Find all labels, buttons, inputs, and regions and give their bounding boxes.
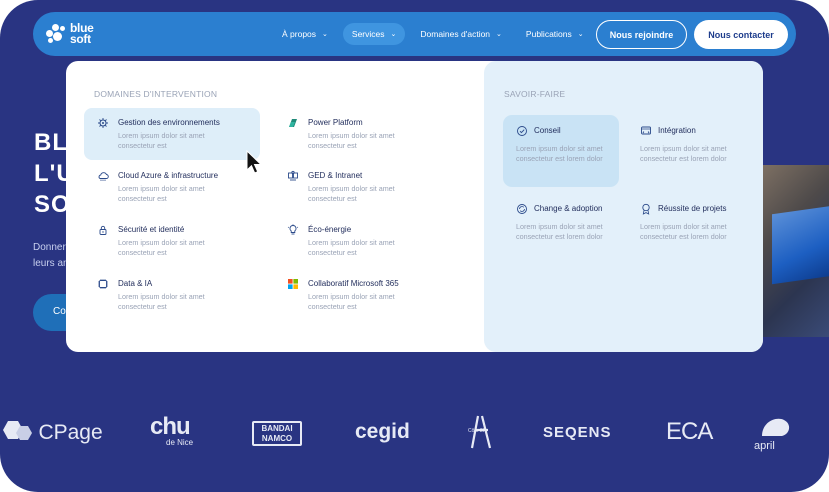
nav-item-domaines[interactable]: Domaines d'action ⌄ [411,23,511,45]
savoir-faire-conseil[interactable]: Conseil Lorem ipsum dolor sit amet conse… [503,115,619,187]
nav-item-publications[interactable]: Publications ⌄ [517,23,593,45]
power-platform-icon [289,119,297,127]
cpage-hex-icon [3,421,32,440]
bandai-text: BANDAI [261,424,293,433]
service-description: Lorem ipsum dolor sit amet consectetur e… [118,131,205,150]
main-nav: À propos ⌄ Services ⌄ Domaines d'action … [273,23,599,45]
service-title: Éco-énergie [308,225,352,234]
service-title: Sécurité et identité [118,225,185,234]
service-title: Cloud Azure & infrastructure [118,171,219,180]
service-title: Data & IA [118,279,153,288]
partner-logo-cegid: cegid [355,420,410,443]
partner-logos: CPage chu de Nice BANDAI NAMCO cegid Côt… [0,410,829,460]
service-description: Lorem ipsum dolor sit amet consectetur e… [308,292,395,311]
chu-text: chu [150,413,191,440]
mouse-cursor-icon [246,150,262,174]
service-collaboratif-m365[interactable]: Collaboratif Microsoft 365 Lorem ipsum d… [274,269,450,321]
service-description: Lorem ipsum dolor sit amet consectetur e… [118,238,205,257]
service-securite-identite[interactable]: Sécurité et identité Lorem ipsum dolor s… [84,215,260,267]
april-bird-icon [762,418,790,436]
savoir-faire-section-title: SAVOIR-FAIRE [504,89,566,99]
partner-logo-april: april [754,414,796,452]
service-gestion-environnements[interactable]: Gestion des environnements Lorem ipsum d… [84,108,260,160]
cpage-text: CPage [38,421,103,444]
namco-text: NAMCO [261,434,293,443]
savoir-faire-reussite-projets[interactable]: Réussite de projets Lorem ipsum dolor si… [627,193,743,265]
savoir-faire-title: Conseil [534,126,561,135]
hero-subtitle-line: Donner [33,242,66,253]
nav-item-label: Services [351,29,385,39]
cote-text: Côte 2K [468,428,487,434]
cloud-icon [98,172,109,181]
nav-item-services[interactable]: Services ⌄ [342,23,406,45]
service-power-platform[interactable]: Power Platform Lorem ipsum dolor sit ame… [274,108,450,160]
service-description: Lorem ipsum dolor sit amet consectetur e… [308,184,395,203]
nav-item-label: Domaines d'action [420,29,491,39]
savoir-faire-description: Lorem ipsum dolor sit amet consectetur e… [640,144,727,163]
savoir-faire-title: Change & adoption [534,204,603,213]
services-mega-menu: DOMAINES D'INTERVENTION Gestion des envi… [66,61,763,352]
service-description: Lorem ipsum dolor sit amet consectetur e… [118,184,205,203]
savoir-faire-change-adoption[interactable]: Change & adoption Lorem ipsum dolor sit … [503,193,619,265]
logo-text: blue soft [70,22,94,46]
data-chip-icon [98,279,108,289]
award-icon [642,203,650,215]
savoir-faire-title: Intégration [658,126,696,135]
hero-subtitle-line: leurs an [33,258,69,269]
advice-icon [517,126,527,136]
hero-subtitle: Donner leurs an [33,240,69,272]
domaines-section-title: DOMAINES D'INTERVENTION [94,89,218,99]
service-ged-intranet[interactable]: GED & Intranet Lorem ipsum dolor sit ame… [274,161,450,213]
documents-icon [288,170,298,181]
chevron-down-icon: ⌄ [577,31,584,38]
chevron-down-icon: ⌄ [390,31,397,38]
logo-mark-icon [45,23,67,45]
savoir-faire-integration[interactable]: Intégration Lorem ipsum dolor sit amet c… [627,115,743,187]
service-eco-energie[interactable]: Éco-énergie Lorem ipsum dolor sit amet c… [274,215,450,267]
bluesoft-logo[interactable]: blue soft [45,20,115,48]
nav-item-label: Publications [525,29,572,39]
april-text: april [754,440,775,452]
service-title: GED & Intranet [308,171,363,180]
partner-logo-cote: Côte 2K [466,414,496,455]
savoir-faire-description: Lorem ipsum dolor sit amet consectetur e… [516,222,603,241]
partner-logo-seqens: SEQENS [543,424,612,441]
service-title: Power Platform [308,118,363,127]
service-description: Lorem ipsum dolor sit amet consectetur e… [308,131,395,150]
laptop-screen-image [772,205,829,285]
nav-item-label: À propos [282,29,317,39]
partner-logo-bandai-namco: BANDAI NAMCO [252,421,302,446]
contact-button[interactable]: Nous contacter [694,20,788,49]
nav-item-a-propos[interactable]: À propos ⌄ [273,23,337,45]
lock-icon [99,225,107,235]
partner-logo-chu-nice: chu de Nice [150,413,194,448]
join-button[interactable]: Nous rejoindre [596,20,687,49]
savoir-faire-panel: SAVOIR-FAIRE Conseil Lorem ipsum dolor s… [484,61,763,352]
chu-sub-text: de Nice [166,438,194,447]
chevron-down-icon: ⌄ [322,31,328,38]
settings-network-icon [98,118,108,128]
microsoft-icon [288,279,298,289]
service-title: Collaboratif Microsoft 365 [308,279,399,288]
logo-text-line2: soft [70,32,91,46]
service-description: Lorem ipsum dolor sit amet consectetur e… [308,238,395,257]
page-frame: BL L'U SO Donner leurs an Co blue soft À… [0,0,829,492]
savoir-faire-description: Lorem ipsum dolor sit amet consectetur e… [640,222,727,241]
service-cloud-azure[interactable]: Cloud Azure & infrastructure Lorem ipsum… [84,161,260,213]
service-title: Gestion des environnements [118,118,220,127]
partner-logo-cpage: CPage [0,418,103,448]
eco-bulb-icon [287,224,299,235]
savoir-faire-description: Lorem ipsum dolor sit amet consectetur e… [516,144,603,163]
chevron-down-icon: ⌄ [496,31,502,38]
partner-logo-eca: ECA [666,418,713,445]
service-data-ia[interactable]: Data & IA Lorem ipsum dolor sit amet con… [84,269,260,321]
top-navbar: blue soft À propos ⌄ Services ⌄ Domaines… [33,12,796,56]
service-description: Lorem ipsum dolor sit amet consectetur e… [118,292,205,311]
integration-icon [641,126,651,135]
change-icon [517,204,527,214]
savoir-faire-title: Réussite de projets [658,204,727,213]
